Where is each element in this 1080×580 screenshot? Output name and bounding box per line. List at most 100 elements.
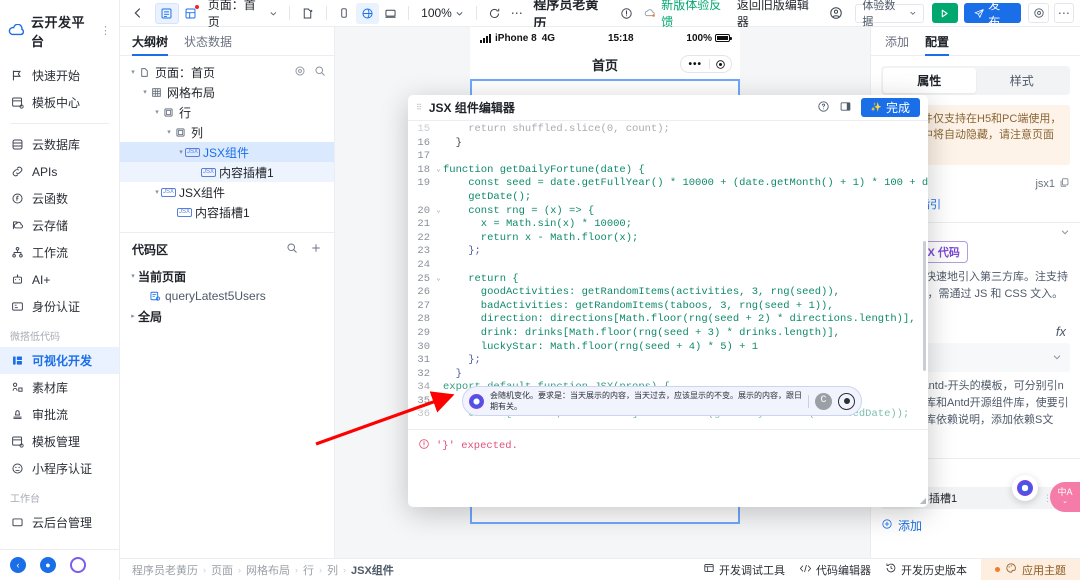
tree-row-grid[interactable]: ▾ 网格布局 xyxy=(120,82,334,102)
plus-icon[interactable] xyxy=(310,242,322,257)
collapse-sidebar-button[interactable]: ‹ xyxy=(10,557,26,573)
tablet-device-icon[interactable] xyxy=(355,2,379,24)
tree-row-row[interactable]: ▾ 行 xyxy=(120,102,334,122)
sidebar-item-template-center[interactable]: 模板中心 xyxy=(0,89,119,116)
components-panel-icon[interactable] xyxy=(179,3,202,24)
account-icon[interactable] xyxy=(824,3,847,24)
chevron-right-icon[interactable]: ▸ xyxy=(128,312,138,320)
sidebar-item-quickstart[interactable]: 快速开始 xyxy=(0,62,119,89)
breadcrumb-item[interactable]: 程序员老黄历 xyxy=(132,562,198,578)
ai-orb-icon[interactable] xyxy=(1012,475,1038,501)
zoom-selector[interactable]: 100% xyxy=(415,6,470,20)
code-zone-global[interactable]: ▸ 全局 xyxy=(120,306,334,326)
gear-icon[interactable] xyxy=(294,65,306,80)
done-button[interactable]: ✨ 完成 xyxy=(860,98,920,117)
sidebar-item-visual-dev[interactable]: 可视化开发 xyxy=(0,347,119,374)
back-arrow-icon[interactable] xyxy=(126,3,149,24)
publish-button[interactable]: 发布 xyxy=(963,0,1022,29)
breadcrumb-item[interactable]: 行 xyxy=(303,562,314,578)
add-slot-button[interactable]: 添加 xyxy=(881,517,1070,534)
sidebar-item-clouddb[interactable]: 云数据库 xyxy=(0,131,119,158)
fold-toggle-icon[interactable]: ⌄ xyxy=(434,164,443,178)
translate-fab[interactable]: 中A ⌄ xyxy=(1050,482,1080,512)
feedback-link[interactable]: 新版体验反馈 xyxy=(661,0,731,30)
fold-toggle-icon[interactable]: ⌄ xyxy=(434,273,443,287)
breadcrumb-item[interactable]: 页面 xyxy=(211,562,233,578)
chevron-down-icon[interactable]: ▾ xyxy=(152,108,162,116)
code-editor[interactable]: 15 return shuffled.slice(0, count); 16 }… xyxy=(408,121,928,429)
breadcrumb-item-current[interactable]: JSX组件 xyxy=(351,562,394,578)
tab-state-data[interactable]: 状态数据 xyxy=(184,33,232,55)
debug-tools-button[interactable]: 开发调试工具 xyxy=(703,562,785,578)
code-zone-query-item[interactable]: queryLatest5Users xyxy=(120,286,334,306)
sidebar-item-assets[interactable]: 素材库 xyxy=(0,374,119,401)
user-avatar[interactable]: ● xyxy=(40,557,56,573)
phone-battery-pct: 100% xyxy=(686,32,712,44)
ai-orb-icon[interactable] xyxy=(70,557,86,573)
search-icon[interactable] xyxy=(314,65,326,80)
drag-grip-icon[interactable]: ⠿ xyxy=(416,104,423,112)
sidebar-item-apis[interactable]: APIs xyxy=(0,158,119,185)
tab-add[interactable]: 添加 xyxy=(885,33,909,55)
expand-panel-icon[interactable] xyxy=(839,100,852,116)
data-env-select[interactable]: 体验数据 xyxy=(855,0,924,28)
code-line: 26 goodActivities: getRandomItems(activi… xyxy=(408,286,928,300)
warning-circle-icon[interactable] xyxy=(615,3,638,24)
breadcrumb-item[interactable]: 网格布局 xyxy=(246,562,290,578)
chevron-down-icon[interactable]: ▾ xyxy=(140,88,150,96)
brand: 云开发平台 ⋮ xyxy=(0,0,119,62)
sidebar-item-workflow[interactable]: 工作流 xyxy=(0,239,119,266)
code-editor-button[interactable]: 代码编辑器 xyxy=(799,562,871,578)
sidebar-item-approval[interactable]: 审批流 xyxy=(0,401,119,428)
gear-icon[interactable] xyxy=(1028,3,1049,23)
sidebar-item-ai-plus[interactable]: AI+ xyxy=(0,266,119,293)
chevron-down-icon[interactable]: ▾ xyxy=(128,68,138,76)
tab-outline-tree[interactable]: 大纲树 xyxy=(132,33,169,56)
chevron-down-icon[interactable]: ▾ xyxy=(128,272,138,280)
editor-scrollbar[interactable] xyxy=(923,241,926,371)
sidebar-item-cloudstorage[interactable]: 云存储 xyxy=(0,212,119,239)
sidebar-item-template-manage[interactable]: 模板管理 xyxy=(0,428,119,455)
copy-icon[interactable] xyxy=(1059,177,1070,191)
sidebar-item-identity[interactable]: 身份认证 xyxy=(0,293,119,320)
outline-panel-icon[interactable] xyxy=(155,2,179,24)
run-preview-icon[interactable] xyxy=(931,3,958,23)
chevron-down-icon xyxy=(910,11,916,15)
history-versions-button[interactable]: 开发历史版本 xyxy=(885,562,967,578)
fold-toggle-icon[interactable]: ⌄ xyxy=(434,205,443,219)
cloud-status-icon[interactable] xyxy=(638,3,661,24)
code-line: 25 ⌄ return { xyxy=(408,273,928,287)
resize-handle[interactable]: ◢ xyxy=(920,496,926,505)
more-icon[interactable]: ⋯ xyxy=(506,3,527,24)
old-editor-link[interactable]: 返回旧版编辑器 xyxy=(737,0,818,30)
sidebar-item-miniprogram-auth[interactable]: 小程序认证 xyxy=(0,455,119,482)
mobile-device-icon[interactable] xyxy=(333,3,356,24)
page-selector[interactable]: 页面：首页 xyxy=(202,0,284,30)
tree-row-jsx-component-selected[interactable]: ▾ JSX JSX组件 xyxy=(120,142,334,162)
kebab-icon[interactable]: ⋮ xyxy=(100,25,111,36)
code-zone-current-page[interactable]: ▾ 当前页面 xyxy=(120,266,334,286)
desktop-device-icon[interactable] xyxy=(379,3,402,24)
breadcrumb-item[interactable]: 列 xyxy=(327,562,338,578)
search-icon[interactable] xyxy=(286,242,298,257)
new-page-icon[interactable] xyxy=(296,3,319,24)
stop-recording-icon[interactable] xyxy=(838,392,855,410)
sidebar-item-console[interactable]: 云后台管理 xyxy=(0,509,119,536)
tree-row-page[interactable]: ▾ 页面：首页 xyxy=(120,62,334,82)
capsule-more-icon[interactable]: ••• xyxy=(681,59,709,70)
ellipsis-icon[interactable]: ⋯ xyxy=(1053,3,1075,23)
segment-styles[interactable]: 样式 xyxy=(976,68,1069,93)
segment-attributes[interactable]: 属性 xyxy=(883,68,976,93)
question-circle-icon[interactable] xyxy=(817,100,830,116)
refresh-icon[interactable] xyxy=(483,3,506,24)
tree-row-content-slot-2[interactable]: JSX 内容插槽1 xyxy=(120,202,334,222)
ai-assistant-bubble[interactable]: 会随机变化。要求是：当天展示的内容，当天过去，应该显示的不变。展示的内容，跟日期… xyxy=(462,386,862,416)
chevron-down-icon[interactable]: ▾ xyxy=(164,128,174,136)
app-theme-button[interactable]: 应用主题 xyxy=(981,558,1080,580)
tree-row-column[interactable]: ▾ 列 xyxy=(120,122,334,142)
tree-row-jsx-component-2[interactable]: ▾ JSX JSX组件 xyxy=(120,182,334,202)
tree-row-content-slot[interactable]: JSX 内容插槽1 xyxy=(120,162,334,182)
sidebar-item-cloudfunction[interactable]: 云函数 xyxy=(0,185,119,212)
target-icon[interactable] xyxy=(710,59,731,70)
tab-config[interactable]: 配置 xyxy=(925,33,950,56)
